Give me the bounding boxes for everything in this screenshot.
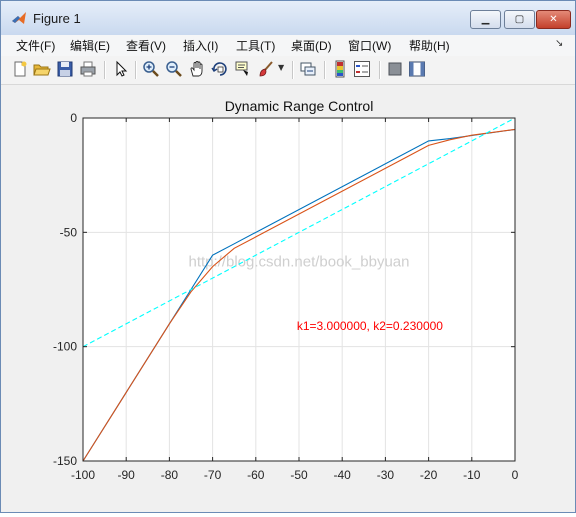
menu-edit[interactable]: 编辑(E) — [70, 37, 110, 54]
y-tick-label: -50 — [60, 225, 78, 239]
toolbar-separator — [104, 61, 106, 79]
x-tick-label: -50 — [290, 468, 308, 482]
close-icon: ✕ — [549, 14, 558, 25]
x-tick-label: -30 — [377, 468, 395, 482]
x-tick-label: -80 — [161, 468, 179, 482]
pan-hand-icon[interactable] — [188, 60, 206, 78]
menu-help[interactable]: 帮助(H) — [409, 37, 450, 54]
close-button[interactable]: ✕ — [536, 10, 571, 29]
annotation-text: k1=3.000000, k2=0.230000 — [297, 319, 443, 333]
toolbar: ▼ — [1, 56, 575, 85]
legend-icon[interactable] — [353, 60, 371, 78]
y-tick-label: 0 — [70, 111, 77, 125]
zoom-in-icon[interactable] — [142, 60, 160, 78]
figure-canvas: http://blog.csdn.net/book_bbyuan -100 -90-… — [1, 85, 575, 512]
y-tick-label: -100 — [53, 340, 77, 354]
toolbar-separator — [292, 61, 294, 79]
minimize-button[interactable]: ▁ — [470, 10, 501, 29]
data-cursor-icon[interactable] — [234, 60, 252, 78]
x-tick-label: -90 — [118, 468, 136, 482]
x-tick-label: -10 — [463, 468, 481, 482]
chart-title: Dynamic Range Control — [225, 98, 374, 114]
menu-bar: 文件(F) 编辑(E) 查看(V) 插入(I) 工具(T) 桌面(D) 窗口(W… — [1, 35, 575, 56]
toolbar-separator — [135, 61, 137, 79]
x-tick-label: -20 — [420, 468, 438, 482]
x-tick-label: -60 — [247, 468, 265, 482]
toolbar-separator — [379, 61, 381, 79]
menu-tools[interactable]: 工具(T) — [236, 37, 275, 54]
x-tick-label: 0 — [512, 468, 519, 482]
pointer-icon[interactable] — [112, 60, 130, 78]
zoom-out-icon[interactable] — [165, 60, 183, 78]
maximize-icon: ▢ — [514, 14, 525, 25]
brush-icon[interactable] — [257, 60, 275, 78]
x-tick-label: -40 — [334, 468, 352, 482]
menu-file[interactable]: 文件(F) — [16, 37, 55, 54]
toolbar-separator — [324, 61, 326, 79]
x-tick-label: -100 — [71, 468, 95, 482]
menu-dock-arrow-icon[interactable]: ↘ — [555, 38, 563, 49]
maximize-button[interactable]: ▢ — [504, 10, 535, 29]
x-tick-label: -70 — [204, 468, 222, 482]
menu-window[interactable]: 窗口(W) — [348, 37, 391, 54]
save-icon[interactable] — [56, 60, 74, 78]
print-icon[interactable] — [79, 60, 97, 78]
menu-insert[interactable]: 插入(I) — [183, 37, 218, 54]
menu-view[interactable]: 查看(V) — [126, 37, 166, 54]
brush-dropdown-icon[interactable]: ▼ — [278, 63, 284, 72]
rotate-3d-icon[interactable] — [211, 60, 229, 78]
link-plot-icon[interactable] — [299, 60, 317, 78]
hide-plot-tools-icon[interactable] — [386, 60, 404, 78]
show-plot-tools-icon[interactable] — [408, 60, 426, 78]
open-file-icon[interactable] — [33, 60, 51, 78]
y-tick-label: -150 — [53, 454, 77, 468]
matlab-logo-icon — [12, 12, 26, 24]
colorbar-icon[interactable] — [331, 60, 349, 78]
window-title: Figure 1 — [33, 11, 81, 26]
minimize-icon: ▁ — [481, 14, 490, 25]
menu-desktop[interactable]: 桌面(D) — [291, 37, 332, 54]
title-bar[interactable]: Figure 1 ▁ ▢ ✕ — [1, 1, 575, 35]
watermark-text: http://blog.csdn.net/book_bbyuan — [188, 254, 409, 271]
figure-window: Figure 1 ▁ ▢ ✕ 文件(F) 编辑(E) 查看(V) 插入(I) 工… — [0, 0, 576, 513]
axes-plot[interactable]: http://blog.csdn.net/book_bbyuan-100 -90-… — [1, 85, 575, 512]
new-figure-icon[interactable] — [11, 60, 29, 78]
